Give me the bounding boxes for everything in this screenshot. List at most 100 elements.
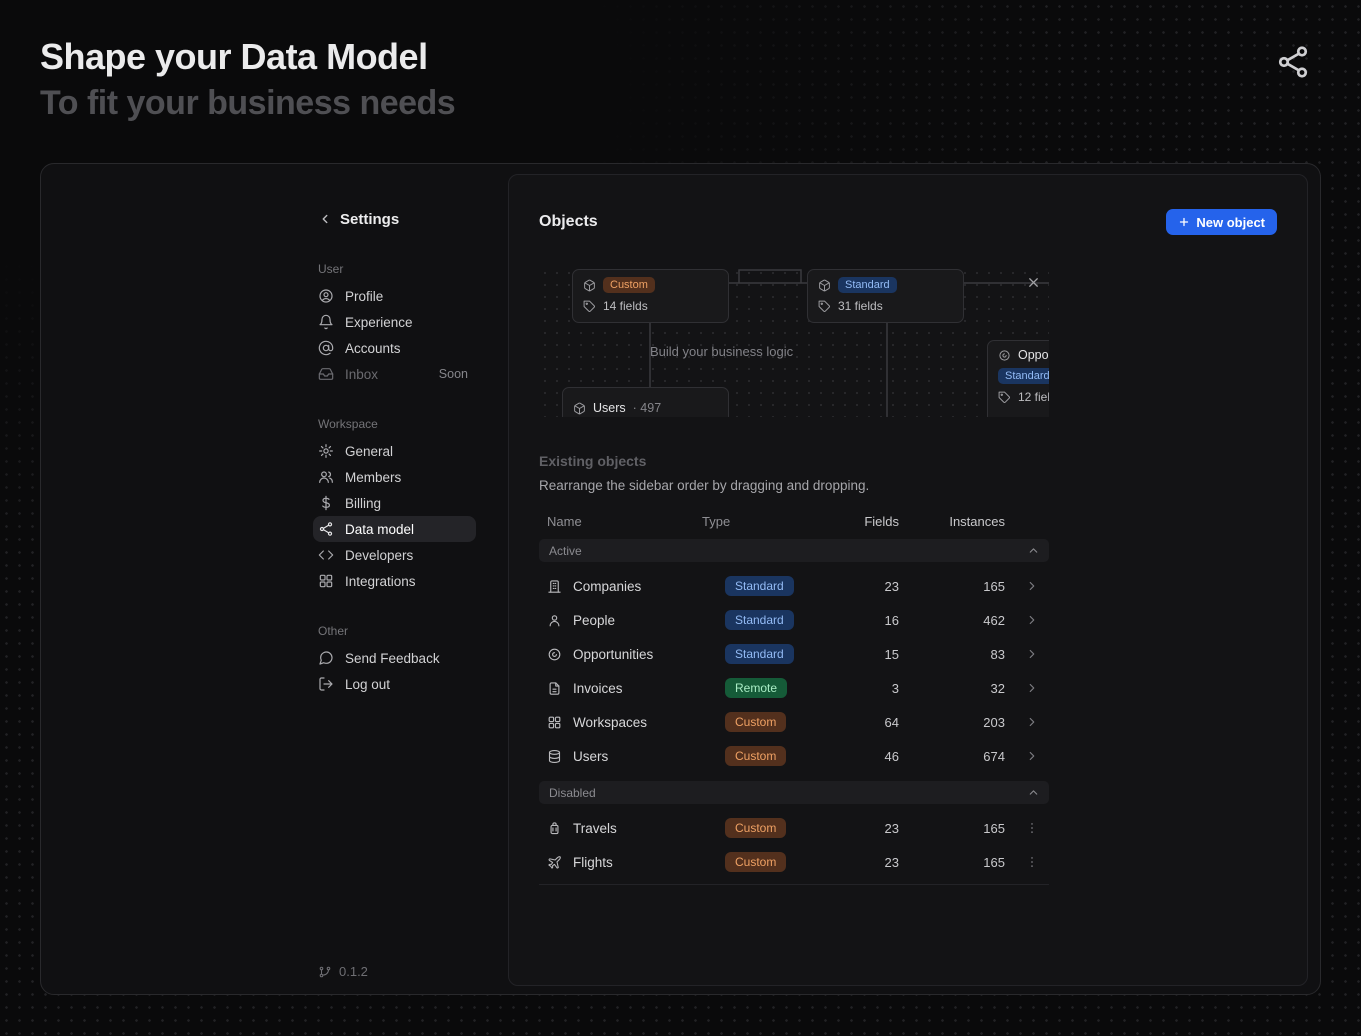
row-chevron[interactable] [1005,681,1049,695]
sidebar-item-developers[interactable]: Developers [313,542,476,568]
sidebar-item-data-model[interactable]: Data model [313,516,476,542]
sidebar-item-label: Members [345,470,401,485]
row-chevron[interactable] [1005,647,1049,661]
row-chevron[interactable] [1005,715,1049,729]
settings-sidebar: Settings User Profile Experience Account… [313,208,476,697]
group-header-active[interactable]: Active [539,539,1049,562]
sidebar-item-label: Profile [345,289,383,304]
objects-title: Objects [539,213,598,231]
row-chevron[interactable] [1005,579,1049,593]
type-badge: Remote [725,678,787,698]
git-branch-icon [318,965,332,979]
row-menu-button[interactable] [1005,821,1049,835]
soon-badge: Soon [439,367,468,381]
plane-icon [547,855,562,870]
invoice-icon [547,681,562,696]
chevron-right-icon [1025,579,1039,593]
existing-objects-description: Rearrange the sidebar order by dragging … [539,478,1277,493]
sidebar-item-general[interactable]: General [313,438,476,464]
at-sign-icon [318,340,334,356]
type-badge: Custom [725,712,786,732]
page-subtitle: To fit your business needs [40,84,455,123]
sidebar-item-log-out[interactable]: Log out [313,671,476,697]
dots-vertical-icon [1025,855,1039,869]
active-rows: Companies Standard 23 165 People Standar… [539,569,1277,773]
version-label: 0.1.2 [339,964,368,979]
disabled-rows: Travels Custom 23 165 Flights Custom 23 … [539,811,1277,879]
bell-icon [318,314,334,330]
settings-window: Settings User Profile Experience Account… [40,163,1321,995]
tag-icon [998,391,1011,404]
fields-count: 14 fields [603,299,648,313]
database-icon [547,749,562,764]
table-row-travels[interactable]: Travels Custom 23 165 [539,811,1049,845]
chevron-right-icon [1025,715,1039,729]
table-row-flights[interactable]: Flights Custom 23 165 [539,845,1049,879]
row-menu-button[interactable] [1005,855,1049,869]
table-header: Name Type Fields Instances [539,509,1049,533]
code-icon [318,547,334,563]
canvas-caption: Build your business logic [650,344,820,359]
row-chevron[interactable] [1005,749,1049,763]
table-row-invoices[interactable]: Invoices Remote 3 32 [539,671,1049,705]
type-badge: Standard [725,644,794,664]
cube-icon [573,402,586,415]
standard-badge: Standard [838,277,897,293]
cube-icon [818,279,831,292]
sidebar-item-integrations[interactable]: Integrations [313,568,476,594]
dots-vertical-icon [1025,821,1039,835]
building-icon [547,579,562,594]
logout-icon [318,676,334,692]
col-fields: Fields [835,514,899,529]
sidebar-item-profile[interactable]: Profile [313,283,476,309]
custom-badge: Custom [603,277,655,293]
tag-icon [583,300,596,313]
new-object-button[interactable]: New object [1166,209,1277,235]
existing-objects-title: Existing objects [539,453,1277,469]
gear-icon [318,443,334,459]
row-chevron[interactable] [1005,613,1049,627]
sidebar-title: Settings [340,211,399,228]
table-row-companies[interactable]: Companies Standard 23 165 [539,569,1049,603]
sidebar-item-label: Send Feedback [345,651,440,666]
chevron-up-icon[interactable] [1027,544,1040,557]
col-type: Type [702,514,835,529]
sidebar-item-label: Billing [345,496,381,511]
table-row-people[interactable]: People Standard 16 462 [539,603,1049,637]
target-icon [547,647,562,662]
message-icon [318,650,334,666]
sidebar-item-label: Inbox [345,367,378,382]
sidebar-item-members[interactable]: Members [313,464,476,490]
canvas-node-opportunities[interactable]: Opportunities Standard 12 fields [987,340,1049,417]
sidebar-item-billing[interactable]: Billing [313,490,476,516]
table-row-opportunities[interactable]: Opportunities Standard 15 83 [539,637,1049,671]
app-version: 0.1.2 [318,964,368,979]
data-model-canvas[interactable]: Custom 14 fields Standard 31 fields [539,267,1049,417]
table-row-users[interactable]: Users Custom 46 674 [539,739,1049,773]
table-row-workspaces[interactable]: Workspaces Custom 64 203 [539,705,1049,739]
user-circle-icon [318,288,334,304]
chevron-up-icon[interactable] [1027,786,1040,799]
plus-icon [1178,216,1190,228]
sidebar-item-label: Log out [345,677,390,692]
chevron-right-icon [1025,647,1039,661]
chevron-right-icon [1025,613,1039,627]
group-header-disabled[interactable]: Disabled [539,781,1049,804]
canvas-node-custom[interactable]: Custom 14 fields [572,269,729,323]
page-title: Shape your Data Model [40,36,428,78]
chevron-right-icon [1025,681,1039,695]
type-badge: Standard [725,576,794,596]
remove-connection-icon[interactable] [1026,275,1041,290]
sidebar-item-send-feedback[interactable]: Send Feedback [313,645,476,671]
node-users-count: · 497 [633,401,662,415]
sidebar-item-experience[interactable]: Experience [313,309,476,335]
canvas-node-users[interactable]: Users · 497 [562,387,729,417]
table-divider [539,884,1049,885]
canvas-node-standard[interactable]: Standard 31 fields [807,269,964,323]
settings-back-button[interactable]: Settings [313,208,476,230]
sidebar-item-label: Integrations [345,574,416,589]
luggage-icon [547,821,562,836]
type-badge: Standard [725,610,794,630]
sidebar-item-accounts[interactable]: Accounts [313,335,476,361]
dollar-icon [318,495,334,511]
